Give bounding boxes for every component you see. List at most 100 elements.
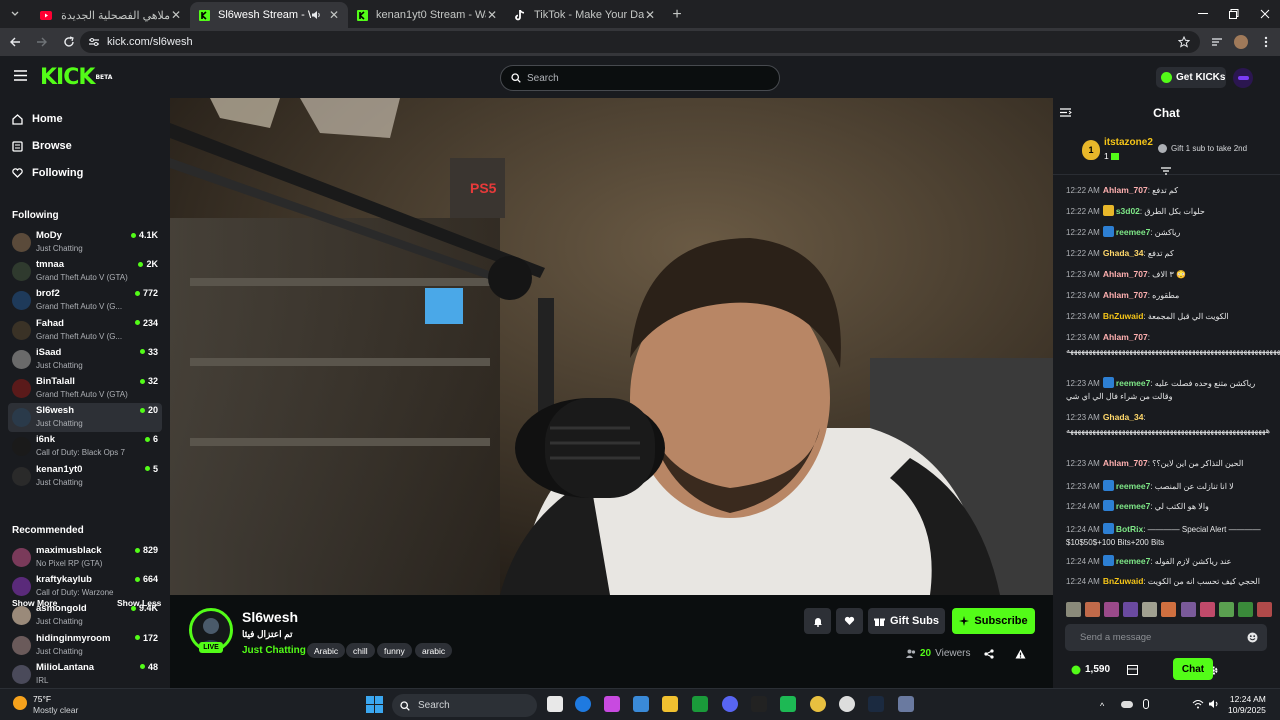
message-user[interactable]: Ahlam_707 — [1103, 185, 1148, 195]
app-icon[interactable] — [898, 696, 914, 712]
sidebar-channel-fahad[interactable]: Fahad Grand Theft Auto V (G... 234 — [8, 316, 162, 345]
expand-leaderboard-icon[interactable] — [1160, 167, 1172, 175]
taskbar-search[interactable]: Search — [392, 694, 537, 717]
back-button[interactable] — [3, 30, 27, 54]
tag-chip[interactable]: funny — [377, 643, 412, 658]
app-icon[interactable] — [751, 696, 767, 712]
streamer-name[interactable]: Sl6wesh — [242, 609, 298, 625]
close-tab-icon[interactable]: ✕ — [328, 8, 340, 22]
user-avatar[interactable] — [1233, 68, 1253, 88]
new-tab-button[interactable]: + — [664, 4, 690, 26]
microphone-icon[interactable] — [1143, 699, 1149, 709]
emote-icon[interactable] — [1085, 602, 1101, 617]
message-user[interactable]: Ahlam_707 — [1103, 290, 1148, 300]
emoji-icon[interactable] — [1247, 632, 1258, 643]
emote-icon[interactable] — [1218, 602, 1234, 617]
message-user[interactable]: Ghada_34 — [1103, 412, 1144, 422]
message-user[interactable]: Ahlam_707 — [1103, 269, 1148, 279]
search-input[interactable]: Search — [500, 65, 780, 91]
sidebar-channel-miliolantana[interactable]: MilioLantana IRL 48 — [8, 660, 162, 689]
chat-input[interactable]: Send a message — [1065, 624, 1267, 651]
message-user[interactable]: reemee7 — [1116, 556, 1151, 566]
emote-icon[interactable] — [1142, 602, 1158, 617]
sidebar-nav-following[interactable]: Following — [12, 163, 83, 183]
volume-icon[interactable] — [1208, 699, 1220, 709]
emote-icon[interactable] — [1256, 602, 1272, 617]
emote-icon[interactable] — [1104, 602, 1120, 617]
store-icon[interactable] — [633, 696, 649, 712]
gift-subs-button[interactable]: Gift Subs — [868, 608, 945, 634]
chevron-up-icon[interactable]: ^ — [1100, 701, 1104, 711]
file-explorer-icon[interactable] — [662, 696, 678, 712]
taskbar-clock[interactable]: 12:24 AM 10/9/2025 — [1228, 694, 1266, 716]
onedrive-icon[interactable] — [1121, 701, 1133, 708]
kick-logo[interactable]: KICKBETA — [40, 67, 112, 89]
speaker-icon[interactable] — [311, 10, 322, 20]
menu-icon[interactable] — [14, 70, 28, 81]
message-user[interactable]: Ahlam_707 — [1103, 458, 1148, 468]
notification-bell-button[interactable] — [804, 608, 831, 634]
sidebar-channel-brof2[interactable]: brof2 Grand Theft Auto V (G... 772 — [8, 286, 162, 315]
message-user[interactable]: reemee7 — [1116, 481, 1151, 491]
close-tab-icon[interactable]: ✕ — [644, 8, 656, 22]
get-kicks-button[interactable]: Get KICKs — [1156, 67, 1226, 88]
steam-icon[interactable] — [868, 696, 884, 712]
emote-icon[interactable] — [1123, 602, 1139, 617]
sidebar-channel-tmnaa[interactable]: tmnaa Grand Theft Auto V (GTA) 2K — [8, 257, 162, 286]
emote-icon[interactable] — [1199, 602, 1215, 617]
leaderboard-user[interactable]: itstazone2 — [1104, 137, 1153, 148]
emote-icon[interactable] — [1066, 602, 1081, 617]
close-tab-icon[interactable]: ✕ — [170, 8, 182, 22]
sidebar-channel-mody[interactable]: MoDy Just Chatting 4.1K — [8, 228, 162, 257]
sidebar-channel-asmongold[interactable]: asmongold Just Chatting 9.4K — [8, 601, 162, 630]
close-tab-icon[interactable]: ✕ — [486, 8, 498, 22]
task-view-icon[interactable] — [547, 696, 563, 712]
message-user[interactable]: Ghada_34 — [1103, 248, 1144, 258]
message-user[interactable]: reemee7 — [1116, 227, 1151, 237]
sidebar-channel-kenan1yt0[interactable]: kenan1yt0 Just Chatting 5 — [8, 462, 162, 491]
address-bar[interactable]: kick.com/sl6wesh — [80, 31, 1200, 53]
reload-button[interactable] — [57, 30, 81, 54]
browser-tab[interactable]: ملاهي الفصحلية الجديدة !! (6) ـ ✕ — [32, 2, 190, 28]
sidebar-nav-browse[interactable]: Browse — [12, 136, 72, 156]
browser-tab[interactable]: kenan1yt0 Stream - Watch Live ✕ — [348, 2, 506, 28]
share-icon[interactable] — [984, 649, 994, 659]
leaderboard-icon[interactable] — [1127, 665, 1138, 675]
chrome-icon[interactable] — [810, 696, 826, 712]
stream-category[interactable]: Just Chatting — [242, 645, 306, 656]
sidebar-channel-bintalall[interactable]: BinTalall Grand Theft Auto V (GTA) 32 — [8, 374, 162, 403]
report-icon[interactable] — [1015, 649, 1026, 659]
message-user[interactable]: BotRix — [1116, 524, 1143, 534]
wifi-icon[interactable] — [1192, 699, 1204, 709]
close-window-button[interactable] — [1242, 4, 1280, 24]
profile-avatar[interactable] — [1231, 32, 1251, 52]
emote-icon[interactable] — [1180, 602, 1196, 617]
settings-icon[interactable] — [839, 696, 855, 712]
video-player[interactable]: PS5 — [170, 98, 1053, 595]
edge-icon[interactable] — [575, 696, 591, 712]
message-user[interactable]: reemee7 — [1116, 378, 1151, 388]
sidebar-channel-sl6wesh[interactable]: Sl6wesh Just Chatting 20 — [8, 403, 162, 433]
emote-icon[interactable] — [1161, 602, 1177, 617]
send-chat-button[interactable]: Chat — [1173, 658, 1213, 680]
tag-chip[interactable]: Arabic — [307, 643, 346, 658]
spotify-icon[interactable] — [780, 696, 796, 712]
browser-tab[interactable]: TikTok - Make Your Day ✕ — [506, 2, 664, 28]
tag-chip[interactable]: arabic — [415, 643, 453, 658]
subscribe-button[interactable]: Subscribe — [952, 608, 1035, 634]
discord-icon[interactable] — [722, 696, 738, 712]
emote-icon[interactable] — [1237, 602, 1253, 617]
reading-list-icon[interactable] — [1207, 32, 1227, 52]
sidebar-nav-home[interactable]: Home — [12, 109, 63, 129]
browser-menu-icon[interactable] — [1256, 32, 1276, 52]
follow-button[interactable] — [836, 608, 863, 634]
bookmark-star-icon[interactable] — [1174, 32, 1194, 52]
tag-chip[interactable]: chill — [346, 643, 375, 658]
xbox-icon[interactable] — [692, 696, 708, 712]
sidebar-channel-i6nk[interactable]: i6nk Call of Duty: Black Ops 7 6 — [8, 432, 162, 461]
message-user[interactable]: Ahlam_707 — [1103, 332, 1148, 342]
message-user[interactable]: BnZuwaid — [1103, 311, 1144, 321]
message-user[interactable]: BnZuwaid — [1103, 576, 1144, 586]
message-user[interactable]: reemee7 — [1116, 501, 1151, 511]
browser-tab-active[interactable]: Sl6wesh Stream - Watch Live ✕ — [190, 2, 348, 28]
